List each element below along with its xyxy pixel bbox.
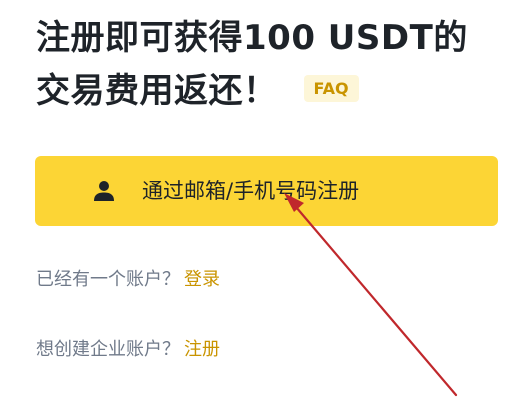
login-prompt-text: 已经有一个账户？ [36,269,180,290]
faq-link[interactable]: FAQ [303,75,359,102]
user-icon [94,181,114,201]
enterprise-prompt-row: 想创建企业账户？ 注册 [36,335,220,361]
login-link[interactable]: 登录 [184,269,220,290]
page-title: 注册即可获得100 USDT的交易费用返还！ FAQ [36,12,476,118]
login-prompt-row: 已经有一个账户？ 登录 [36,265,220,291]
register-with-email-phone-button[interactable]: 通过邮箱/手机号码注册 [35,156,498,226]
page-title-text: 注册即可获得100 USDT的交易费用返还！ [36,18,468,111]
register-button-label: 通过邮箱/手机号码注册 [142,179,360,203]
enterprise-register-link[interactable]: 注册 [184,339,220,360]
enterprise-prompt-text: 想创建企业账户？ [36,339,180,360]
